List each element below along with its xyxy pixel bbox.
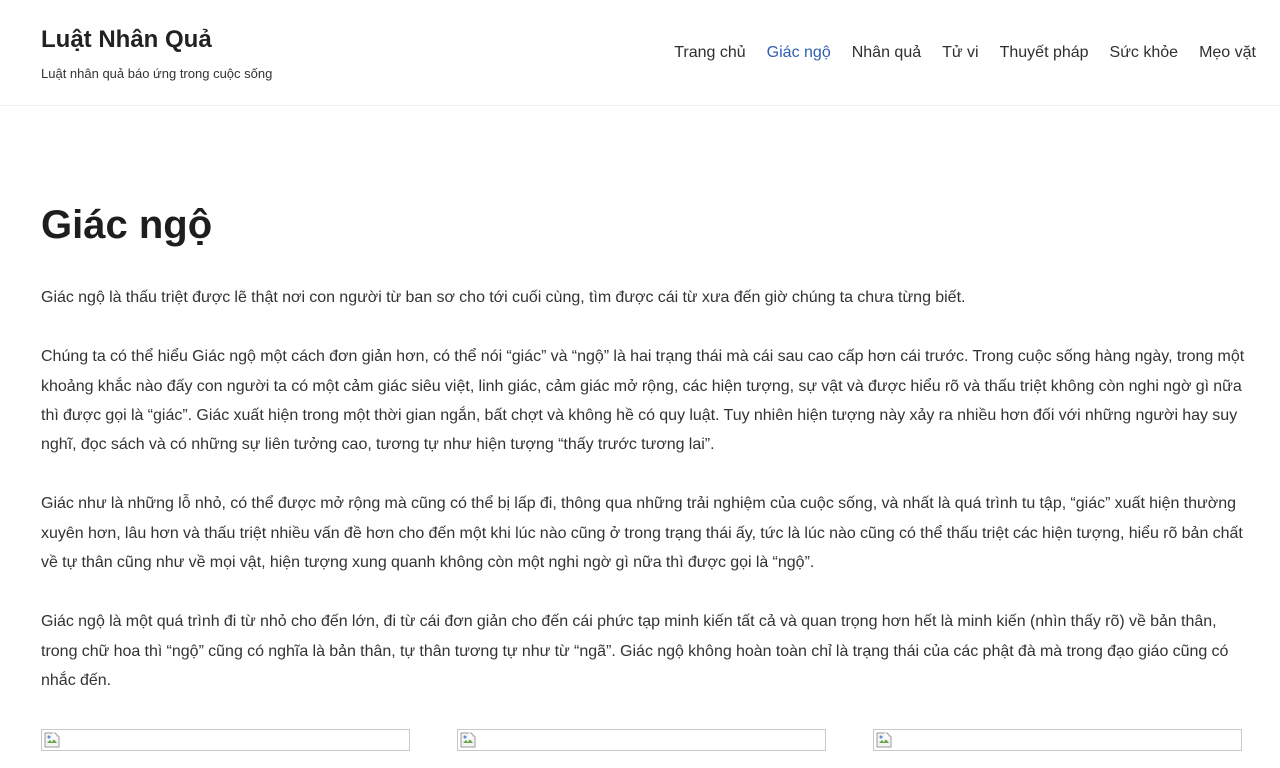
main-navigation: Trang chủ Giác ngộ Nhân quả Tử vi Thuyết… bbox=[674, 43, 1256, 63]
gallery-image[interactable] bbox=[457, 729, 826, 751]
nav-item-meo-vat[interactable]: Mẹo vặt bbox=[1199, 43, 1256, 63]
article-paragraph: Chúng ta có thể hiểu Giác ngộ một cách đ… bbox=[41, 348, 1245, 454]
page-title: Giác ngộ bbox=[41, 203, 213, 247]
broken-image-icon bbox=[876, 732, 892, 748]
image-gallery bbox=[41, 729, 1257, 751]
nav-item-tu-vi[interactable]: Tử vi bbox=[942, 43, 978, 63]
nav-item-thuyet-phap[interactable]: Thuyết pháp bbox=[1000, 43, 1089, 63]
article-content: Giác ngộ Giác ngộ là thấu triệt được lẽ … bbox=[41, 201, 1257, 725]
broken-image-icon bbox=[44, 732, 60, 748]
site-tagline: Luật nhân quả báo ứng trong cuộc sống bbox=[41, 66, 273, 81]
gallery-image[interactable] bbox=[41, 729, 410, 751]
site-header: Luật Nhân Quả Luật nhân quả báo ứng tron… bbox=[0, 0, 1280, 106]
nav-item-nhan-qua[interactable]: Nhân quả bbox=[852, 43, 921, 63]
site-title-link[interactable]: Luật Nhân Quả bbox=[41, 26, 272, 54]
article-paragraph: Giác như là những lỗ nhỏ, có thể được mở… bbox=[41, 495, 1243, 572]
nav-item-suc-khoe[interactable]: Sức khỏe bbox=[1110, 43, 1179, 63]
article-paragraph: Giác ngộ là một quá trình đi từ nhỏ cho … bbox=[41, 613, 1229, 689]
brand: Luật Nhân Quả Luật nhân quả báo ứng tron… bbox=[41, 26, 272, 82]
gallery-image[interactable] bbox=[873, 729, 1242, 751]
nav-item-giac-ngo[interactable]: Giác ngộ bbox=[767, 43, 831, 63]
broken-image-icon bbox=[460, 732, 476, 748]
nav-item-trang-chu[interactable]: Trang chủ bbox=[674, 43, 745, 63]
article-paragraph: Giác ngộ là thấu triệt được lẽ thật nơi … bbox=[41, 289, 966, 306]
